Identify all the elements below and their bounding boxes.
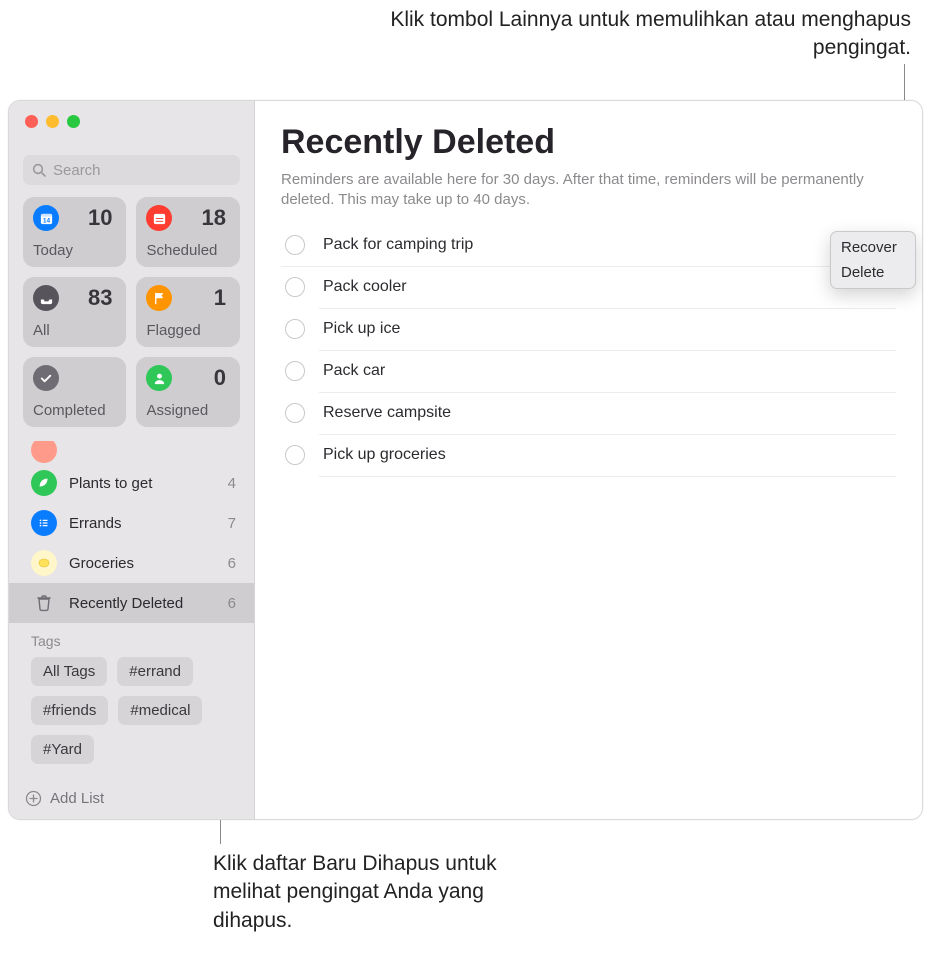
list-count: 4 [228,475,240,492]
tag-medical[interactable]: #medical [118,696,202,725]
reminder-title: Reserve campsite [323,404,896,422]
smart-label: Assigned [146,402,208,419]
reminder-radio[interactable] [285,403,305,423]
plus-circle-icon [25,790,42,807]
list-item-plants[interactable]: Plants to get 4 [9,463,254,503]
smart-card-scheduled[interactable]: 18 Scheduled [136,197,240,267]
list-item-groceries[interactable]: Groceries 6 [9,543,254,583]
reminder-title: Pick up ice [323,320,896,338]
search-input[interactable] [51,161,232,180]
add-list-label: Add List [50,790,104,807]
smart-card-today[interactable]: 14 10 Today [23,197,126,267]
zoom-window-button[interactable] [67,115,80,128]
list-count: 7 [228,515,240,532]
reminder-row[interactable]: Pack cooler [319,267,896,309]
tags-section: Tags All Tags #errand #friends #medical … [9,623,254,764]
reminder-radio[interactable] [285,361,305,381]
list-label: Groceries [69,555,216,572]
sidebar: 14 10 Today 18 Scheduled [9,101,255,819]
reminder-title: Pick up groceries [323,446,896,464]
list-item-errands[interactable]: Errands 7 [9,503,254,543]
page-description: Reminders are available here for 30 days… [281,170,896,211]
annotation-top: Klik tombol Lainnya untuk memulihkan ata… [351,6,911,63]
page-title: Recently Deleted [281,123,896,162]
smart-count: 0 [214,365,226,391]
sidebar-lists: Plants to get 4 Errands 7 Groceries 6 [9,441,254,819]
person-icon [146,365,172,391]
smart-label: All [33,322,50,339]
tag-yard[interactable]: #Yard [31,735,94,764]
smart-card-all[interactable]: 83 All [23,277,126,347]
list-icon [31,510,57,536]
list-label: Plants to get [69,475,216,492]
svg-text:14: 14 [42,217,50,224]
leaf-icon [31,470,57,496]
smart-label: Today [33,242,73,259]
smart-count: 18 [202,205,226,231]
smart-count: 1 [214,285,226,311]
minimize-window-button[interactable] [46,115,59,128]
more-popover: Recover Delete [830,231,916,289]
smart-count: 83 [88,285,112,311]
search-field[interactable] [23,155,240,185]
list-item-cutoff[interactable] [9,441,254,463]
reminders-list: Pack for camping trip Pack cooler Pick u… [281,225,896,477]
smart-list-grid: 14 10 Today 18 Scheduled [9,197,254,427]
tags-header: Tags [31,633,240,649]
tag-all[interactable]: All Tags [31,657,107,686]
smart-label: Scheduled [146,242,217,259]
smart-label: Flagged [146,322,200,339]
reminder-title: Pack for camping trip [323,236,852,254]
calendar-icon: 14 [33,205,59,231]
reminder-title: Pack cooler [323,278,896,296]
lemon-icon [31,550,57,576]
flag-icon [146,285,172,311]
list-count: 6 [228,555,240,572]
smart-card-completed[interactable]: Completed [23,357,126,427]
reminder-radio[interactable] [285,319,305,339]
tag-friends[interactable]: #friends [31,696,108,725]
popover-recover[interactable]: Recover [831,235,915,260]
reminder-radio[interactable] [285,277,305,297]
tag-errand[interactable]: #errand [117,657,193,686]
trash-icon [31,590,57,616]
list-label: Errands [69,515,216,532]
smart-count: 10 [88,205,112,231]
add-list-button[interactable]: Add List [9,780,254,819]
reminder-row[interactable]: Pick up groceries [319,435,896,477]
reminder-title: Pack car [323,362,896,380]
reminder-row[interactable]: Pack for camping trip [281,225,896,267]
close-window-button[interactable] [25,115,38,128]
search-icon [31,162,47,178]
popover-delete[interactable]: Delete [831,260,915,285]
list-item-recently-deleted[interactable]: Recently Deleted 6 [9,583,254,623]
annotation-bottom: Klik daftar Baru Dihapus untuk melihat p… [213,850,533,935]
reminder-row[interactable]: Pack car [319,351,896,393]
reminder-radio[interactable] [285,235,305,255]
main-content: Recently Deleted Reminders are available… [255,101,922,819]
list-label: Recently Deleted [69,595,216,612]
window-controls [9,101,254,141]
tray-icon [33,285,59,311]
check-icon [33,365,59,391]
list-count: 6 [228,595,240,612]
smart-card-assigned[interactable]: 0 Assigned [136,357,240,427]
reminder-radio[interactable] [285,445,305,465]
reminders-window: 14 10 Today 18 Scheduled [8,100,923,820]
reminder-row[interactable]: Reserve campsite [319,393,896,435]
smart-card-flagged[interactable]: 1 Flagged [136,277,240,347]
calendar-icon [146,205,172,231]
smart-label: Completed [33,402,106,419]
reminder-row[interactable]: Pick up ice [319,309,896,351]
